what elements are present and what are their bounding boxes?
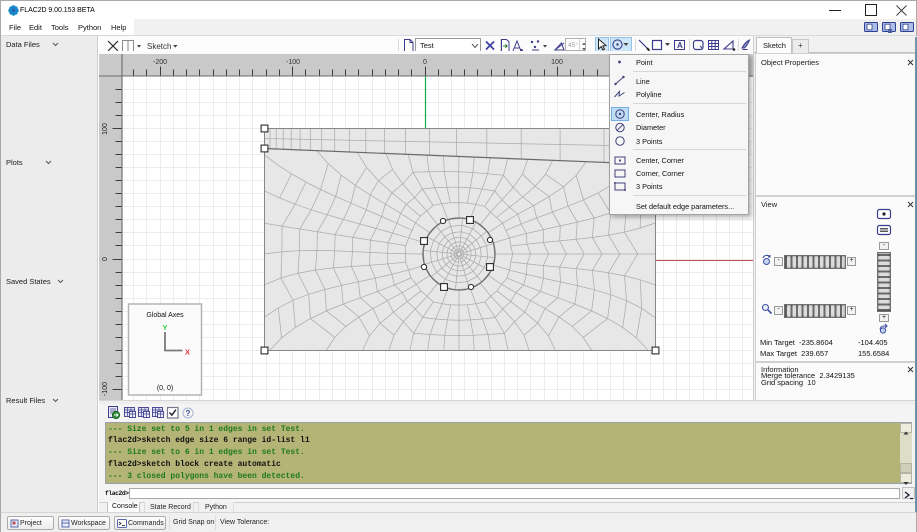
svg-text:-100: -100 [102, 382, 109, 396]
svg-text:A: A [677, 41, 683, 50]
svg-text:Sketch: Sketch [147, 42, 171, 51]
svg-text:100: 100 [102, 123, 109, 135]
svg-text:-200: -200 [153, 59, 167, 66]
svg-text:100: 100 [551, 59, 563, 66]
svg-text:0: 0 [102, 257, 109, 261]
svg-text:X: X [185, 348, 190, 357]
svg-text:-100: -100 [286, 59, 300, 66]
svg-text:0: 0 [423, 59, 427, 66]
svg-text:Global Axes: Global Axes [146, 312, 184, 319]
svg-text:Y: Y [162, 323, 167, 332]
svg-text:?: ? [186, 409, 191, 418]
svg-text:(0, 0): (0, 0) [157, 385, 173, 392]
